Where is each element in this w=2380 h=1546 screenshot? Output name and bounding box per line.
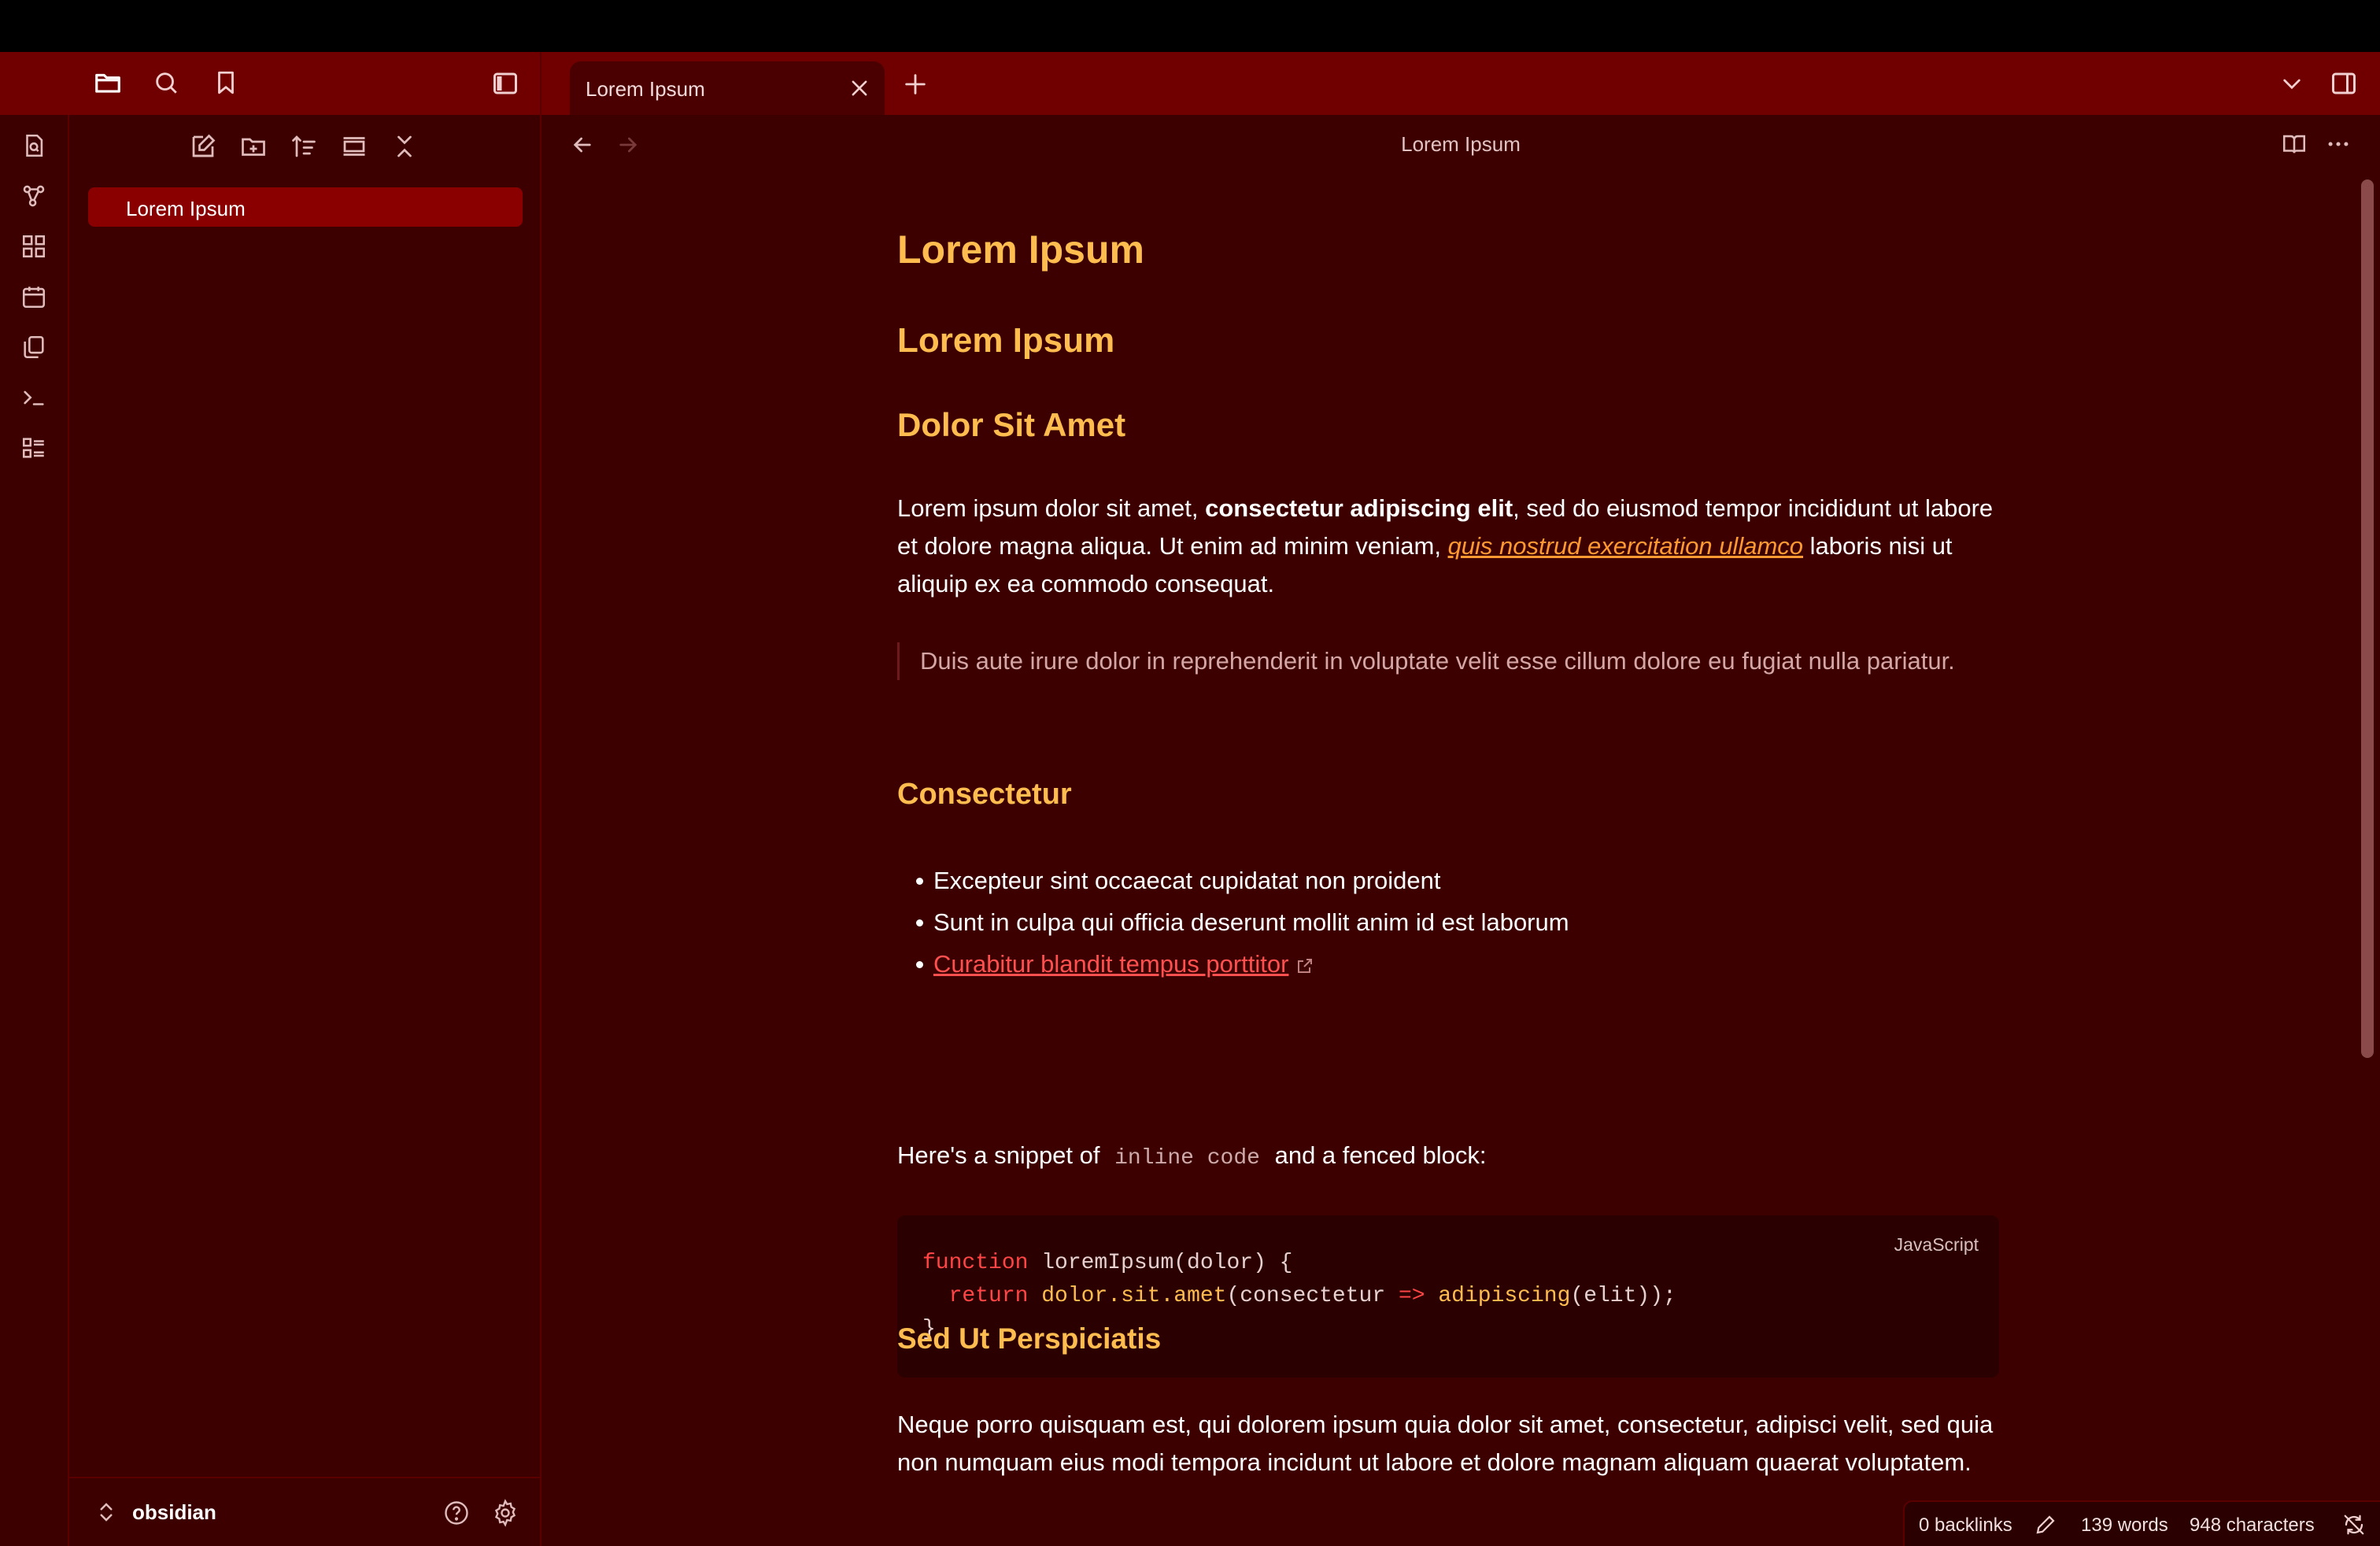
vault-switcher: obsidian (69, 1477, 541, 1546)
code-keyword: function (922, 1251, 1029, 1275)
edit-mode-icon[interactable] (2034, 1513, 2057, 1537)
bold-text: consectetur adipiscing elit (1205, 494, 1513, 522)
collapse-view-icon[interactable] (340, 132, 368, 161)
snippet-paragraph: Here's a snippet of inline code and a fe… (897, 1137, 1999, 1178)
backlinks-count[interactable]: 0 backlinks (1919, 1515, 2012, 1537)
scrollbar-thumb[interactable] (2361, 179, 2374, 1058)
toggle-left-sidebar-icon[interactable] (491, 69, 519, 98)
toggle-right-sidebar-icon[interactable] (2330, 69, 2358, 98)
tab-label: Lorem Ipsum (586, 77, 705, 101)
list-item: Curabitur blandit tempus porttitor (897, 943, 1999, 985)
reading-view-icon[interactable] (2281, 131, 2308, 157)
new-folder-icon[interactable] (239, 132, 268, 161)
paragraph-2: Neque porro quisquam est, qui dolorem ip… (897, 1411, 1994, 1476)
bullet-list: Excepteur sint occaecat cupidatat non pr… (897, 860, 1999, 985)
italic-link[interactable]: quis nostrud exercitation ullamco (1448, 532, 1803, 560)
title-bar: Lorem Ipsum (0, 52, 2380, 115)
view-title[interactable]: Lorem Ipsum (541, 132, 2380, 157)
new-tab-icon[interactable] (902, 71, 929, 98)
code-function: adipiscing (1438, 1284, 1571, 1308)
search-icon[interactable] (153, 69, 179, 96)
close-tab-icon[interactable] (848, 77, 870, 99)
list-item: Sunt in culpa qui officia deserunt molli… (897, 901, 1999, 943)
code-text: (consectetur (1226, 1284, 1399, 1308)
vault-name[interactable]: obsidian (132, 1500, 216, 1525)
inline-code: inline code (1114, 1146, 1260, 1171)
paragraph-1: Lorem ipsum dolor sit amet, consectetur … (897, 490, 1999, 603)
character-count: 948 characters (2190, 1515, 2315, 1536)
collapse-all-icon[interactable] (390, 132, 419, 161)
paragraph-text: Lorem ipsum dolor sit amet, (897, 494, 1206, 522)
sort-icon[interactable] (290, 132, 318, 161)
daily-note-icon[interactable] (20, 283, 47, 310)
heading-2: Lorem Ipsum (897, 321, 1115, 360)
outline-icon[interactable] (20, 435, 47, 461)
code-function: dolor.sit.amet (1041, 1284, 1227, 1308)
tab-lorem-ipsum[interactable]: Lorem Ipsum (570, 61, 885, 115)
folder-icon[interactable] (93, 68, 123, 98)
heading-5: Sed Ut Perspiciatis (897, 1322, 1162, 1355)
templates-icon[interactable] (20, 334, 47, 361)
blockquote: Duis aute irure dolor in reprehenderit i… (897, 642, 1999, 680)
file-item-lorem-ipsum[interactable]: Lorem Ipsum (88, 187, 523, 227)
file-item-label: Lorem Ipsum (126, 197, 246, 220)
code-keyword: return (948, 1284, 1029, 1308)
quick-switcher-icon[interactable] (20, 132, 47, 159)
new-note-icon[interactable] (189, 132, 217, 161)
more-options-icon[interactable] (2325, 131, 2352, 157)
sidebar-header (0, 52, 541, 115)
window-top-bar (0, 0, 2380, 52)
code-text: loremIpsum(dolor) { (1028, 1251, 1293, 1275)
command-palette-icon[interactable] (20, 384, 47, 411)
file-explorer: Lorem Ipsum obsidian (69, 115, 541, 1546)
ribbon (0, 115, 69, 1546)
settings-gear-icon[interactable] (491, 1499, 519, 1527)
word-count: 139 words (2081, 1515, 2168, 1536)
paragraph-text: and a fenced block: (1267, 1141, 1487, 1169)
code-operator: => (1398, 1284, 1425, 1308)
code-language-label: JavaScript (1894, 1234, 1979, 1255)
heading-4: Consectetur (897, 778, 1072, 811)
sync-off-icon[interactable] (2342, 1513, 2366, 1537)
paragraph-text: Here's a snippet of (897, 1141, 1107, 1169)
heading-3: Dolor Sit Amet (897, 406, 1126, 443)
bookmark-icon[interactable] (213, 69, 239, 96)
help-icon[interactable] (442, 1499, 471, 1527)
chevron-down-icon[interactable] (2279, 71, 2304, 96)
graph-icon[interactable] (20, 183, 47, 209)
status-bar: 0 backlinks 139 words 948 characters (1903, 1500, 2380, 1546)
canvas-icon[interactable] (20, 233, 47, 260)
chevron-up-down-icon[interactable] (94, 1500, 118, 1524)
code-text: (elit)); (1570, 1284, 1676, 1308)
editor-pane: Lorem Ipsum Lorem Ipsum Lorem Ipsum Dolo… (541, 115, 2380, 1546)
list-item: Excepteur sint occaecat cupidatat non pr… (897, 860, 1999, 901)
external-link-icon (1295, 956, 1314, 975)
heading-1: Lorem Ipsum (897, 227, 1144, 272)
external-link[interactable]: Curabitur blandit tempus porttitor (933, 950, 1288, 978)
